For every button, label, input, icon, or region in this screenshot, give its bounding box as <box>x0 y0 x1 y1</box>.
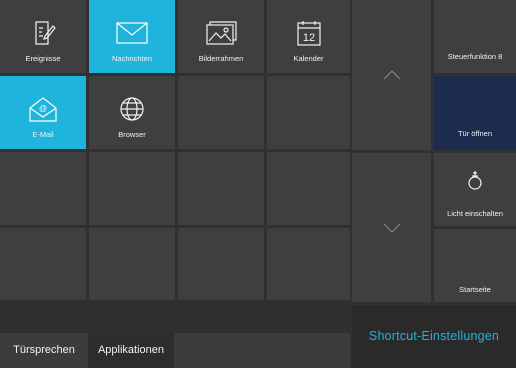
empty-tile <box>267 228 350 300</box>
licht-einschalten-label: Licht einschalten <box>447 209 503 218</box>
app-tile-browser[interactable]: Browser <box>89 76 175 149</box>
tuer-oeffnen-button[interactable]: Tür öffnen <box>434 76 516 150</box>
empty-tile <box>178 228 264 300</box>
empty-tile <box>0 228 86 300</box>
startseite-button[interactable]: Startseite <box>434 229 516 302</box>
app-label-nachrichten: Nachrichten <box>111 54 153 63</box>
empty-tile <box>89 152 175 225</box>
info-band <box>0 300 350 333</box>
app-label-bilderrahmen: Bilderrahmen <box>198 54 244 63</box>
chevron-up-icon <box>383 70 400 80</box>
scroll-down-button[interactable] <box>352 153 431 302</box>
empty-tile <box>178 152 264 225</box>
picture-frame-icon <box>206 21 237 45</box>
app-tile-ereignisse[interactable]: Ereignisse <box>0 0 86 73</box>
steuerfunktion-8-button[interactable]: Steuerfunktion 8 <box>434 0 516 73</box>
app-label-email: E-Mail <box>32 130 54 139</box>
empty-tile <box>89 228 175 300</box>
scroll-up-button[interactable] <box>352 0 431 150</box>
email-at-icon: @ <box>29 97 57 122</box>
tab-applikationen[interactable]: Applikationen <box>88 333 174 368</box>
app-tile-bilderrahmen[interactable]: Bilderrahmen <box>178 0 264 73</box>
startseite-label: Startseite <box>459 285 491 294</box>
calendar-icon: 12 <box>296 21 321 46</box>
tuer-oeffnen-label: Tür öffnen <box>457 129 493 138</box>
app-label-ereignisse: Ereignisse <box>25 54 61 63</box>
empty-tile <box>0 152 86 225</box>
calendar-day-text: 12 <box>302 32 314 44</box>
globe-icon <box>120 97 144 121</box>
tab-tuersprechen[interactable]: Türsprechen <box>0 333 88 368</box>
app-tile-kalender[interactable]: 12 Kalender <box>267 0 350 73</box>
edit-note-icon <box>35 21 56 45</box>
app-tile-nachrichten[interactable]: Nachrichten <box>89 0 175 73</box>
app-label-browser: Browser <box>118 130 146 139</box>
empty-tile <box>267 76 350 149</box>
empty-tile <box>267 152 350 225</box>
empty-tile <box>178 76 264 149</box>
svg-text:@: @ <box>39 104 47 113</box>
app-tile-email[interactable]: @ E-Mail <box>0 76 86 149</box>
shortcut-settings-button[interactable]: Shortcut-Einstellungen <box>352 305 516 368</box>
envelope-icon <box>116 22 148 44</box>
chevron-down-icon <box>383 223 400 233</box>
lightbulb-icon <box>468 171 482 190</box>
steuerfunktion-8-label: Steuerfunktion 8 <box>447 52 503 61</box>
licht-einschalten-button[interactable]: Licht einschalten <box>434 153 516 226</box>
app-label-kalender: Kalender <box>293 54 324 63</box>
